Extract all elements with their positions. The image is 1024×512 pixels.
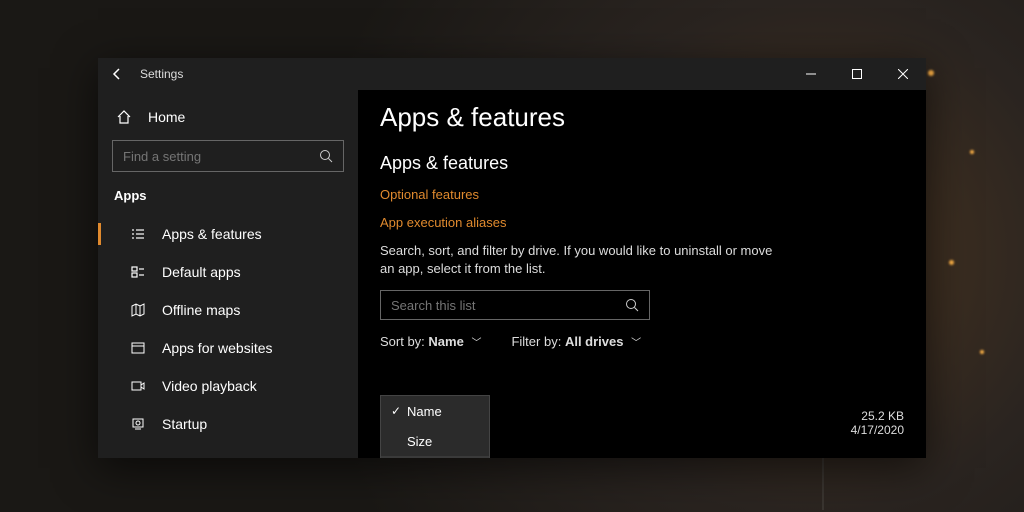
map-icon xyxy=(128,302,148,318)
sidebar-item-label: Apps for websites xyxy=(162,340,273,356)
sidebar-item-apps-features[interactable]: Apps & features xyxy=(98,215,358,253)
sort-label: Sort by: xyxy=(380,334,425,349)
sidebar-search-input[interactable] xyxy=(123,149,319,164)
home-label: Home xyxy=(148,109,185,125)
sidebar-item-label: Default apps xyxy=(162,264,241,280)
sidebar-item-video-playback[interactable]: Video playback xyxy=(98,367,358,405)
sort-option-size[interactable]: Size xyxy=(381,426,489,456)
option-label: Name xyxy=(407,404,442,419)
chevron-down-icon: ﹀ xyxy=(471,338,481,349)
sidebar-search[interactable] xyxy=(112,140,344,172)
search-icon xyxy=(625,298,639,312)
app-search[interactable] xyxy=(380,290,650,320)
home-icon xyxy=(114,109,134,125)
filter-value: All drives xyxy=(565,334,624,349)
main-content: Apps & features Apps & features Optional… xyxy=(358,90,926,458)
sidebar-item-label: Video playback xyxy=(162,378,257,394)
video-icon xyxy=(128,378,148,394)
sidebar-item-label: Startup xyxy=(162,416,207,432)
page-title: Apps & features xyxy=(380,102,904,133)
filter-label: Filter by: xyxy=(511,334,561,349)
defaults-icon xyxy=(128,264,148,280)
sidebar-category: Apps xyxy=(98,182,358,215)
maximize-button[interactable] xyxy=(834,58,880,90)
minimize-button[interactable] xyxy=(788,58,834,90)
app-search-input[interactable] xyxy=(391,298,625,313)
checkmark-icon: ✓ xyxy=(391,404,407,418)
app-size: 25.2 KB xyxy=(824,409,904,423)
sidebar-item-offline-maps[interactable]: Offline maps xyxy=(98,291,358,329)
app-date: 4/17/2020 xyxy=(824,423,904,437)
search-icon xyxy=(319,149,333,163)
sidebar: Home Apps Apps & features Default apps xyxy=(98,90,358,458)
option-label: Size xyxy=(407,434,432,449)
execution-aliases-link[interactable]: App execution aliases xyxy=(380,215,506,230)
section-description: Search, sort, and filter by drive. If yo… xyxy=(380,242,780,278)
section-title: Apps & features xyxy=(380,153,904,174)
list-icon xyxy=(128,226,148,242)
sort-by-control[interactable]: Sort by: Name ﹀ xyxy=(380,334,481,349)
sidebar-item-label: Apps & features xyxy=(162,226,262,242)
sort-value: Name xyxy=(428,334,463,349)
filter-by-control[interactable]: Filter by: All drives ﹀ xyxy=(511,334,641,349)
close-button[interactable] xyxy=(880,58,926,90)
sort-option-install-date[interactable]: Install date xyxy=(381,456,489,458)
chevron-down-icon: ﹀ xyxy=(631,338,641,349)
startup-icon xyxy=(128,416,148,432)
optional-features-link[interactable]: Optional features xyxy=(380,187,479,202)
sidebar-item-default-apps[interactable]: Default apps xyxy=(98,253,358,291)
window-title: Settings xyxy=(140,67,183,81)
sidebar-item-apps-websites[interactable]: Apps for websites xyxy=(98,329,358,367)
titlebar: Settings xyxy=(98,58,926,90)
sidebar-item-label: Offline maps xyxy=(162,302,240,318)
back-button[interactable] xyxy=(110,67,130,81)
link-icon xyxy=(128,340,148,356)
home-nav[interactable]: Home xyxy=(98,98,358,136)
sort-option-name[interactable]: ✓ Name xyxy=(381,396,489,426)
settings-window: Settings Home xyxy=(98,58,926,458)
sort-dropdown: ✓ Name Size Install date xyxy=(380,395,490,458)
sidebar-item-startup[interactable]: Startup xyxy=(98,405,358,443)
